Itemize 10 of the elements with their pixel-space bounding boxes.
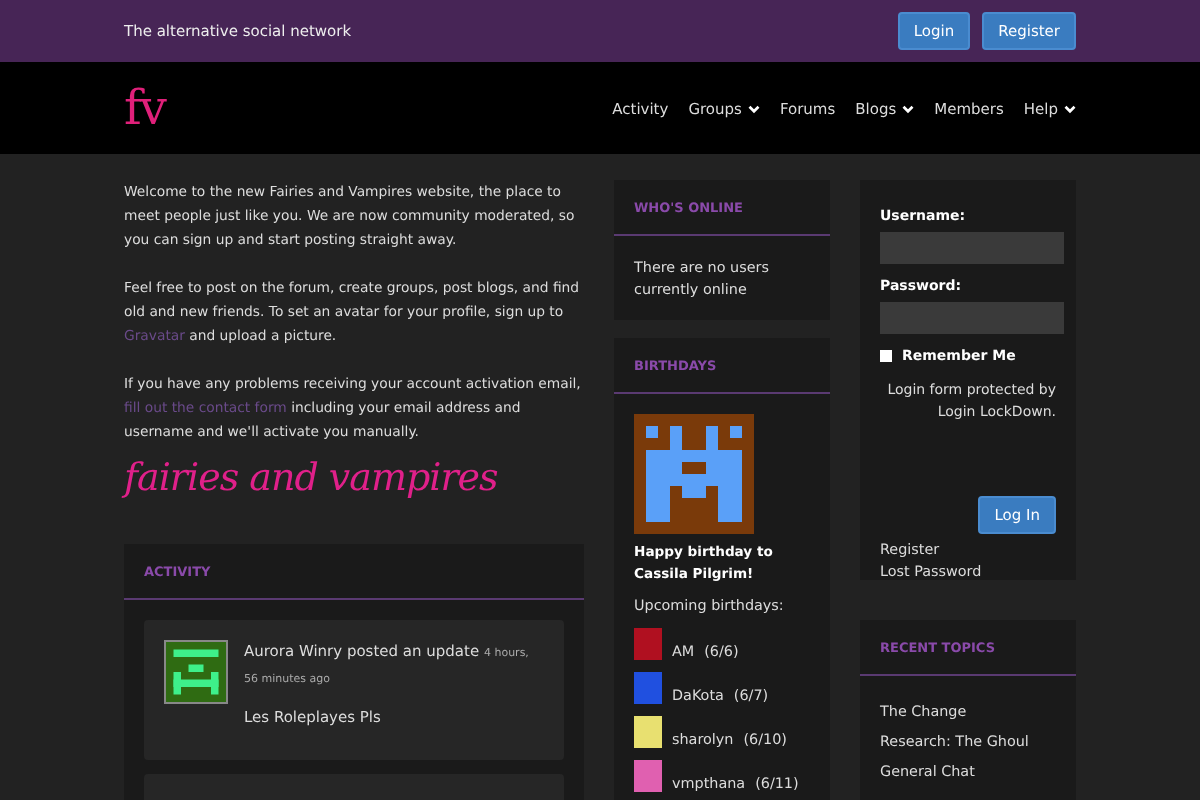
caret-icon[interactable] xyxy=(747,103,760,113)
caret-icon[interactable] xyxy=(1064,103,1076,113)
username-field[interactable] xyxy=(880,232,1064,264)
checkbox[interactable] xyxy=(880,350,892,362)
pixel-avatar-icon xyxy=(164,640,228,704)
caret-icon[interactable] xyxy=(902,103,915,113)
password-field[interactable] xyxy=(880,302,1064,334)
site-logo[interactable]: fv xyxy=(124,80,165,136)
pixel-avatar-icon xyxy=(634,414,754,534)
banner-logo: fairies and vampires xyxy=(124,456,500,504)
